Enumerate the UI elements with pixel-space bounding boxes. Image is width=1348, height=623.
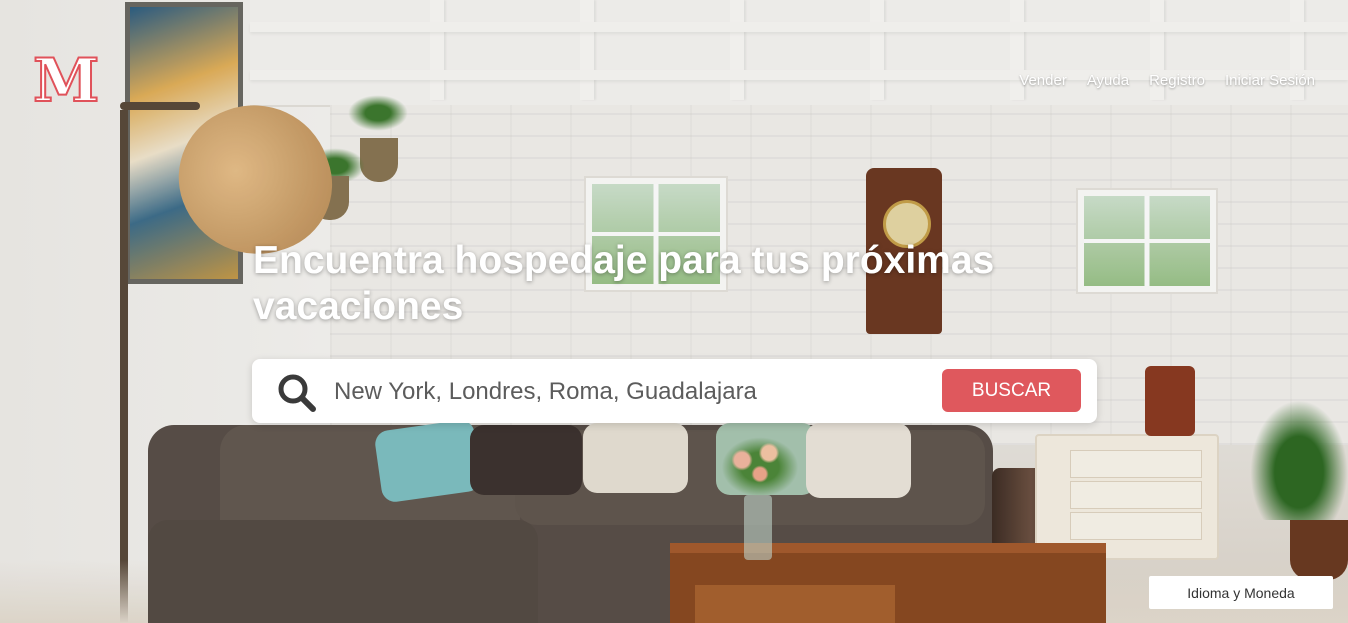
language-currency-button[interactable]: Idioma y Moneda	[1149, 576, 1333, 609]
hero-headline: Encuentra hospedaje para tus próximas va…	[253, 239, 995, 328]
hero-section: M Vender Ayuda Registro Iniciar Sesión E…	[0, 0, 1348, 623]
search-input[interactable]	[332, 371, 936, 413]
top-nav: Vender Ayuda Registro Iniciar Sesión	[1019, 72, 1315, 89]
search-bar: BUSCAR	[252, 359, 1097, 423]
nav-link-registro[interactable]: Registro	[1149, 72, 1205, 89]
search-button[interactable]: BUSCAR	[942, 369, 1081, 412]
nav-link-iniciar-sesion[interactable]: Iniciar Sesión	[1225, 72, 1315, 89]
search-icon	[278, 374, 316, 412]
nav-link-ayuda[interactable]: Ayuda	[1087, 72, 1129, 89]
nav-link-vender[interactable]: Vender	[1019, 72, 1067, 89]
logo[interactable]: M	[32, 50, 100, 112]
